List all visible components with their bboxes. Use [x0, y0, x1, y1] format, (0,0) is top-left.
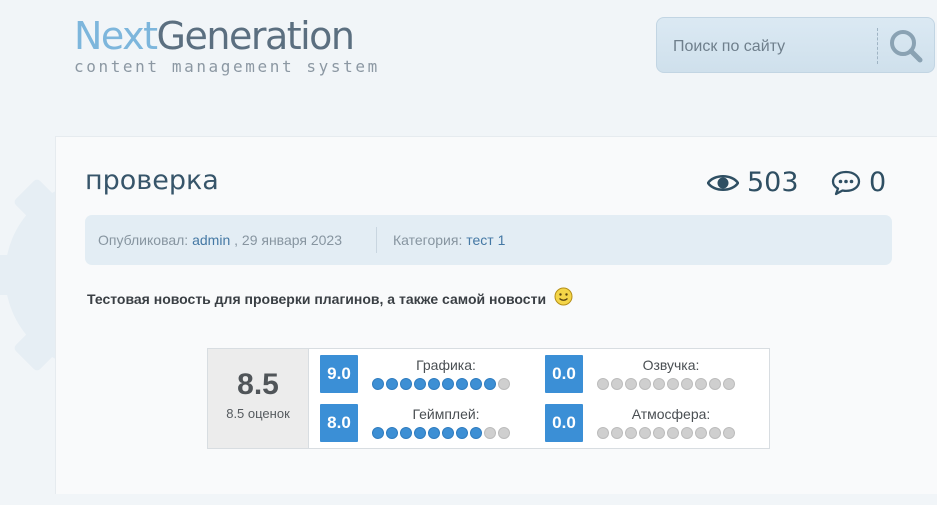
criterion-voice: 0.0 Озвучка:: [545, 355, 745, 393]
search-input[interactable]: [671, 32, 875, 62]
rating-dot[interactable]: [611, 378, 623, 390]
criterion-dots[interactable]: [597, 378, 735, 390]
rating-dot[interactable]: [372, 427, 384, 439]
rating-dot[interactable]: [597, 427, 609, 439]
rating-dot[interactable]: [695, 378, 707, 390]
rating-dot[interactable]: [498, 378, 510, 390]
rating-dot[interactable]: [428, 427, 440, 439]
rating-dot[interactable]: [386, 427, 398, 439]
post-meta-bar: Опубликовал: admin , 29 января 2023 Кате…: [85, 215, 892, 265]
overall-count: 8.5 оценок: [226, 406, 290, 421]
criterion-atmosphere: 0.0 Атмосфера:: [545, 404, 745, 442]
views-counter: 503: [707, 167, 799, 199]
category-link[interactable]: тест 1: [466, 232, 505, 248]
rating-dot[interactable]: [470, 427, 482, 439]
rating-dot[interactable]: [400, 378, 412, 390]
comments-counter[interactable]: 0: [831, 167, 886, 199]
criterion-label: Озвучка:: [642, 357, 700, 373]
logo-wordmark: NextGeneration: [74, 14, 380, 58]
post-body: Тестовая новость для проверки плагинов, …: [87, 287, 573, 307]
rating-dot[interactable]: [625, 378, 637, 390]
rating-dot[interactable]: [653, 378, 665, 390]
rating-dot[interactable]: [709, 427, 721, 439]
criterion-dots[interactable]: [372, 427, 510, 439]
rating-dot[interactable]: [681, 427, 693, 439]
criterion-gameplay: 8.0 Геймплей:: [320, 404, 520, 442]
rating-dot[interactable]: [442, 427, 454, 439]
rating-dot[interactable]: [470, 378, 482, 390]
criterion-dots[interactable]: [597, 427, 735, 439]
post-title[interactable]: проверка: [85, 165, 219, 196]
rating-dot[interactable]: [484, 427, 496, 439]
site-logo[interactable]: NextGeneration content management system: [74, 14, 380, 76]
rating-dot[interactable]: [639, 427, 651, 439]
magnifier-icon: [890, 30, 923, 63]
overall-score: 8.5: [237, 368, 279, 401]
rating-dot[interactable]: [428, 378, 440, 390]
overall-rating: 8.5 8.5 оценок: [208, 349, 309, 448]
category-label: Категория:: [393, 232, 463, 248]
logo-tagline: content management system: [74, 57, 380, 76]
rating-dot[interactable]: [456, 427, 468, 439]
rating-widget: 8.5 8.5 оценок 9.0 Графика: 0.0 Озвучка:…: [207, 348, 770, 449]
criterion-score: 0.0: [545, 404, 583, 442]
rating-dot[interactable]: [386, 378, 398, 390]
rating-dot[interactable]: [681, 378, 693, 390]
rating-dot[interactable]: [597, 378, 609, 390]
meta-category: Категория: тест 1: [393, 232, 505, 248]
search-divider: [877, 28, 879, 64]
logo-name-part2: Generation: [156, 14, 356, 58]
news-card: проверка 503 0 Опубликовал: admin , 29 я…: [55, 136, 937, 494]
criterion-score: 8.0: [320, 404, 358, 442]
criterion-graphics: 9.0 Графика:: [320, 355, 520, 393]
criterion-score: 9.0: [320, 355, 358, 393]
rating-dot[interactable]: [414, 378, 426, 390]
rating-dot[interactable]: [709, 378, 721, 390]
rating-dot[interactable]: [723, 427, 735, 439]
meta-divider: [376, 227, 377, 253]
logo-name-part1: Next: [74, 14, 158, 58]
rating-dot[interactable]: [414, 427, 426, 439]
published-label: Опубликовал:: [98, 232, 189, 248]
rating-dot[interactable]: [653, 427, 665, 439]
rating-dot[interactable]: [667, 427, 679, 439]
rating-dot[interactable]: [484, 378, 496, 390]
eye-icon: [707, 175, 739, 191]
rating-dot[interactable]: [498, 427, 510, 439]
rating-dot[interactable]: [723, 378, 735, 390]
rating-dot[interactable]: [400, 427, 412, 439]
meta-published: Опубликовал: admin , 29 января 2023: [98, 232, 342, 248]
post-body-text: Тестовая новость для проверки плагинов, …: [87, 291, 547, 307]
comments-count: 0: [869, 167, 887, 198]
rating-dot[interactable]: [442, 378, 454, 390]
search-form: [656, 17, 935, 73]
smiley-icon: [554, 287, 573, 306]
search-button[interactable]: [883, 24, 929, 68]
rating-dot[interactable]: [456, 378, 468, 390]
criterion-score: 0.0: [545, 355, 583, 393]
criterion-label: Атмосфера:: [631, 406, 711, 422]
criterion-dots[interactable]: [372, 378, 510, 390]
rating-dot[interactable]: [372, 378, 384, 390]
speech-bubble-icon: [831, 170, 861, 196]
views-count: 503: [747, 167, 799, 198]
post-date: , 29 января 2023: [234, 232, 342, 248]
criterion-label: Графика:: [416, 357, 476, 373]
rating-dot[interactable]: [611, 427, 623, 439]
criterion-label: Геймплей:: [412, 406, 480, 422]
author-link[interactable]: admin: [192, 232, 230, 248]
rating-dot[interactable]: [667, 378, 679, 390]
rating-dot[interactable]: [639, 378, 651, 390]
rating-dot[interactable]: [695, 427, 707, 439]
rating-dot[interactable]: [625, 427, 637, 439]
